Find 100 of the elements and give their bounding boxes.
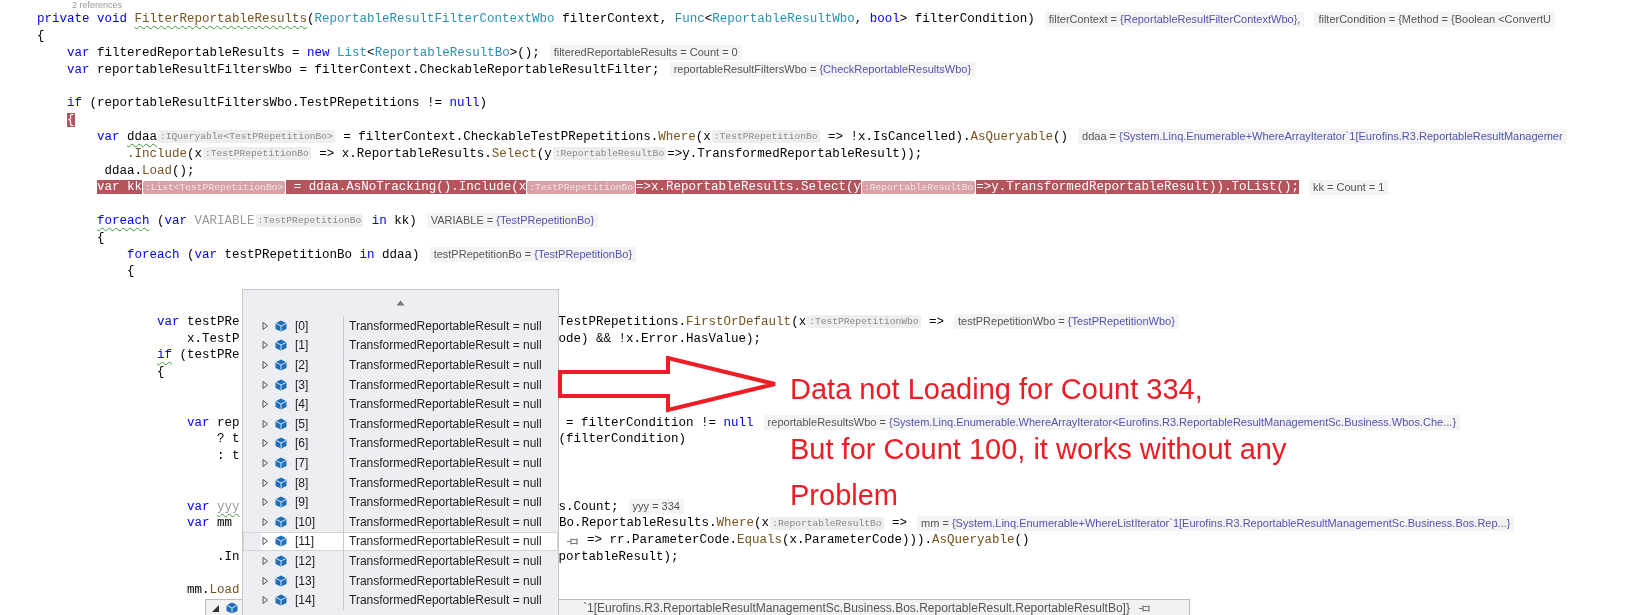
inlay-hint: :TestPRepetitionBo	[711, 130, 820, 144]
datatip-row[interactable]: [9] TransformedReportableResult = null	[243, 492, 558, 512]
expand-arrow-icon[interactable]	[261, 458, 269, 467]
expand-arrow-icon[interactable]	[261, 361, 269, 369]
datatip-item-value: TransformedReportableResult = null	[348, 514, 542, 529]
expand-arrow-icon[interactable]	[261, 380, 269, 389]
code-text: {	[96, 230, 105, 245]
data-tip[interactable]: filteredReportableResults = Count = 0	[549, 45, 742, 61]
datatip-item-value: TransformedReportableResult = null	[348, 534, 542, 549]
datatip-item-value: TransformedReportableResult = null	[348, 338, 542, 353]
code-text: .Include(x	[126, 146, 203, 161]
datatip-row[interactable]: [0] TransformedReportableResult = null	[243, 316, 558, 336]
datatip-item-name: [1]	[287, 335, 344, 356]
datatip-row[interactable]: [10] TransformedReportableResult = null	[243, 511, 558, 532]
code-text: var yyy	[186, 499, 240, 514]
datatip-item-value: TransformedReportableResult = null	[348, 475, 542, 490]
datatip-item-name: [9]	[287, 492, 344, 512]
datatip-row[interactable]: [12] TransformedReportableResult = null	[243, 551, 558, 571]
datatip-row[interactable]: [13] TransformedReportableResult = null	[243, 570, 558, 591]
expand-arrow-icon[interactable]	[261, 478, 269, 487]
expand-arrow-icon[interactable]	[261, 321, 269, 330]
expand-arrow-icon[interactable]	[261, 596, 269, 605]
code-text: {	[126, 264, 135, 279]
datatip-item-name: [2]	[287, 355, 344, 375]
pin-icon[interactable]	[1137, 603, 1152, 613]
datatip-row[interactable]: [6] TransformedReportableResult = null	[243, 433, 558, 454]
datatip-item-value: TransformedReportableResult = null	[348, 436, 542, 451]
data-tip[interactable]: testPRepetitionWbo = {TestPRepetitionWbo}	[954, 314, 1179, 330]
expand-arrow-icon[interactable]	[261, 517, 269, 526]
code-text: foreach (var VARIABLE	[96, 213, 255, 228]
cube-icon	[275, 339, 287, 352]
data-tip[interactable]: reportableResultFiltersWbo = {CheckReportableResultsWbo}	[669, 62, 976, 78]
datatip-item-value: TransformedReportableResult = null	[348, 358, 542, 372]
code-text: {	[156, 365, 165, 380]
cube-icon	[275, 535, 287, 548]
highlighted-code: =>y.TransformedReportableResult)).ToList();	[976, 180, 1299, 195]
datatip-item-name: [7]	[287, 453, 344, 473]
expand-arrow-icon[interactable]	[261, 419, 269, 428]
datatip-item-name: [0]	[287, 316, 344, 336]
expand-arrow-icon[interactable]	[261, 537, 269, 546]
datatip-row[interactable]: [14] TransformedReportableResult = null	[243, 590, 558, 610]
expand-arrow-icon[interactable]	[261, 576, 269, 585]
code-text: foreach (var testPRepetitionBo in ddaa)	[126, 247, 420, 262]
annotation-text: But for Count 100, it works without any	[790, 434, 1287, 465]
data-tip[interactable]: reportableResultsWbo = {System.Linq.Enumerable.WhereArrayIterator<Eurofins.R3.ReportableResultManagementSc.Business.Wbos.Che...}	[763, 415, 1461, 430]
datatip-item-value: TransformedReportableResult = null	[348, 318, 542, 333]
cube-icon	[275, 515, 287, 528]
scroll-up-icon[interactable]	[396, 300, 405, 306]
datatip-row[interactable]: [8] TransformedReportableResult = null	[243, 472, 558, 493]
data-tip[interactable]: testPRepetitionBo = {TestPRepetitionBo}	[429, 247, 637, 263]
code-text: = filterContext.CheckableTestPRepetitions.Where(x	[342, 129, 711, 144]
highlighted-code: var kk	[96, 180, 143, 195]
data-tip[interactable]: VARIABLE = {TestPRepetitionBo}	[426, 213, 599, 229]
highlighted-code: = ddaa.AsNoTracking().Include(x	[286, 180, 527, 195]
datatip-item-name: [10]	[287, 511, 344, 532]
data-tip[interactable]: kk = Count = 1	[1308, 179, 1389, 195]
code-text: = filterCondition != null	[565, 415, 754, 430]
code-text: x.TestP	[186, 331, 240, 346]
datatip-item-name: [5]	[287, 413, 344, 434]
code-text: private void FilterReportableResults(ReportableResultFilterContextWbo filterContext, Func<ReportableResultWbo, bool> filterCondition)	[37, 12, 1035, 27]
datatip-row[interactable]: [4] TransformedReportableResult = null	[243, 394, 558, 414]
datatip-value: `1[Eurofins.R3.ReportableResultManagementSc.Business.Bos.ReportableResult.ReportableResultBo]}	[583, 601, 1130, 615]
datatip-item-value: TransformedReportableResult = null	[348, 593, 542, 608]
expand-arrow-icon[interactable]	[261, 341, 269, 350]
code-text: ode) && !x.Error.HasValue);	[558, 331, 762, 346]
datatip-row[interactable]: [1] TransformedReportableResult = null	[243, 335, 558, 356]
inlay-hint: :IQueryable<TestPRepetitionBo>	[158, 130, 335, 144]
code-text: =>y.TransformedReportableResult));	[667, 146, 923, 161]
datatip-item-name: [14]	[287, 590, 344, 610]
expand-arrow-icon[interactable]	[261, 400, 269, 409]
datatip-item-name: [12]	[287, 551, 344, 571]
expand-arrow-icon[interactable]	[261, 498, 269, 507]
code-text: mm.Load	[186, 583, 240, 598]
inlay-hint: :ReportableResultBo	[552, 147, 667, 161]
data-tip[interactable]: yyy = 334	[628, 499, 684, 514]
code-text: if (testPRe	[156, 348, 240, 363]
datatip-row[interactable]: [2] TransformedReportableResult = null	[243, 355, 558, 375]
code-text: {	[37, 29, 45, 44]
inlay-hint: :TestPRepetitionWbo	[807, 315, 921, 329]
data-tip[interactable]: mm = {System.Linq.Enumerable+WhereListIterator`1[Eurofins.R3.ReportableResultManagementSc.Business.Bos.Rep...}	[917, 515, 1515, 531]
datatip-item-value: TransformedReportableResult = null	[348, 377, 542, 392]
datatip-row[interactable]: [7] TransformedReportableResult = null	[243, 453, 558, 473]
code-text: ? t	[216, 432, 240, 447]
data-tip[interactable]: filterCondition = {Method = {Boolean <ConvertU	[1314, 11, 1556, 27]
data-tip[interactable]: ddaa = {System.Linq.Enumerable+WhereArrayIterator`1[Eurofins.R3.ReportableResultManagemer	[1078, 129, 1567, 145]
code-text: Bo.ReportableResults.Where(x	[559, 516, 770, 531]
inlay-hint: :ReportableResultBo	[861, 180, 976, 194]
code-text: var testPRe	[156, 314, 240, 329]
datatip-row[interactable]: [5] TransformedReportableResult = null	[243, 413, 558, 434]
expand-arrow-icon[interactable]	[261, 556, 269, 565]
datatip-item-value: TransformedReportableResult = null	[348, 553, 542, 568]
datatip-row[interactable]: [3] TransformedReportableResult = null	[243, 374, 558, 395]
data-tip[interactable]: filterContext = {ReportableResultFilterContextWbo},	[1044, 11, 1305, 27]
highlighted-code: =>x.ReportableResults.Select(y	[635, 180, 861, 195]
pin-icon[interactable]	[566, 536, 580, 546]
cube-icon	[275, 594, 287, 607]
collapse-arrow-icon[interactable]	[211, 603, 220, 613]
datatip-item-name: [11]	[287, 531, 344, 552]
expand-arrow-icon[interactable]	[261, 439, 269, 448]
datatip-item-value: TransformedReportableResult = null	[348, 397, 542, 412]
